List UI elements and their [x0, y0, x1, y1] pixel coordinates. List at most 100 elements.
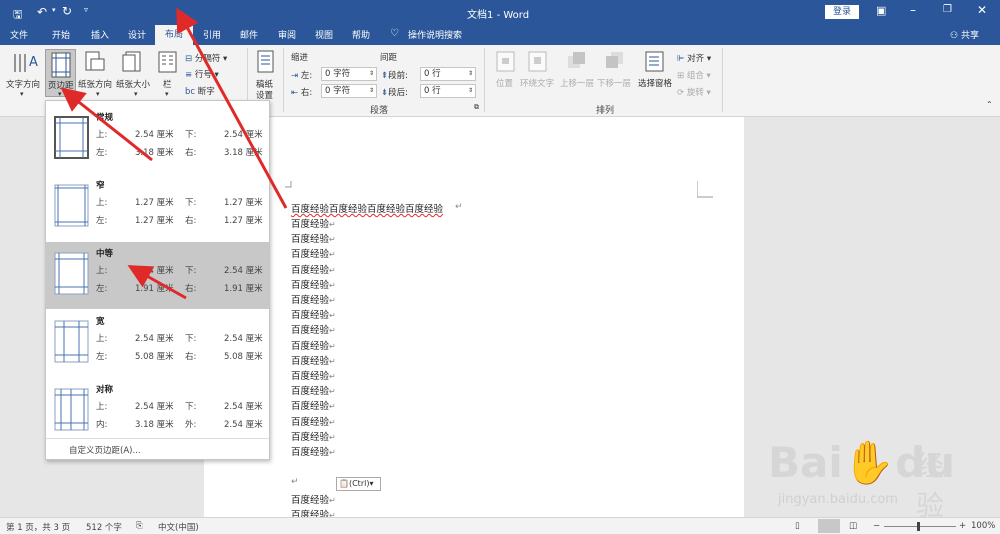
line-numbers-icon: ≡: [185, 70, 193, 80]
space-after-spinner-icon[interactable]: ⇕: [468, 85, 473, 97]
collapse-ribbon-icon[interactable]: ⌃: [986, 100, 993, 109]
document-line[interactable]: 百度经验↵: [291, 292, 336, 306]
language-status[interactable]: 中文(中国): [158, 521, 199, 533]
document-line[interactable]: 百度经验↵: [291, 246, 336, 260]
space-before-spinner-icon[interactable]: ⇕: [468, 68, 473, 80]
undo-icon[interactable]: ↶: [37, 5, 47, 19]
tab-references[interactable]: 引用: [203, 28, 221, 41]
tell-me-search[interactable]: 操作说明搜索: [408, 28, 462, 41]
tab-view[interactable]: 视图: [315, 28, 333, 41]
zoom-in-icon[interactable]: +: [959, 521, 966, 531]
columns-button[interactable]: 栏: [163, 78, 172, 90]
zoom-slider[interactable]: [884, 526, 956, 527]
document-line[interactable]: 百度经验↵: [291, 444, 336, 458]
selection-pane-icon[interactable]: [645, 51, 665, 73]
document-line[interactable]: 百度经验↵: [291, 277, 336, 291]
paste-options-button[interactable]: 📋(Ctrl)▾: [336, 477, 381, 491]
zoom-level[interactable]: 100%: [971, 521, 995, 531]
size-dropdown-icon[interactable]: ▾: [134, 90, 138, 98]
hyphenation-button[interactable]: bc 断字: [185, 85, 215, 97]
page-count[interactable]: 第 1 页，共 3 页: [6, 521, 70, 533]
bring-forward-icon[interactable]: [567, 51, 587, 73]
tab-design[interactable]: 设计: [128, 28, 146, 41]
space-after-input[interactable]: 0 行 ⇕: [420, 84, 476, 98]
indent-right-input[interactable]: 0 字符 ⇕: [321, 84, 377, 98]
margin-preset-item[interactable]: 常规 上: 2.54 厘米 下: 2.54 厘米 左: 3.18 厘米 右: 3…: [46, 106, 269, 173]
word-count[interactable]: 512 个字: [86, 521, 122, 533]
size-button[interactable]: 纸张大小: [116, 78, 150, 90]
document-line[interactable]: 百度经验↵: [291, 216, 336, 230]
tab-layout[interactable]: 布局: [155, 25, 193, 45]
indent-right-spinner-icon[interactable]: ⇕: [369, 85, 374, 97]
indent-right-label: ⇤ 右:: [291, 88, 313, 98]
paragraph-mark-icon: ↵: [329, 265, 336, 275]
tab-help[interactable]: 帮助: [352, 28, 370, 41]
text-direction-dropdown-icon[interactable]: ▾: [20, 90, 24, 98]
redo-icon[interactable]: ↻: [62, 4, 72, 18]
document-line[interactable]: 百度经验↵: [291, 492, 336, 506]
customize-qat-icon[interactable]: ▿: [84, 5, 88, 14]
margin-value: 5.08 厘米: [135, 352, 174, 362]
save-icon[interactable]: 🖫: [13, 6, 22, 25]
columns-dropdown-icon[interactable]: ▾: [165, 90, 169, 98]
minimize-icon[interactable]: –: [910, 3, 916, 17]
tab-home[interactable]: 开始: [52, 28, 70, 41]
ribbon-options-icon[interactable]: ▣: [876, 4, 886, 17]
margin-preset-item[interactable]: 中等 上: 2.54 厘米 下: 2.54 厘米 左: 1.91 厘米 右: 1…: [46, 242, 269, 309]
manuscript-icon[interactable]: [257, 50, 275, 74]
login-button[interactable]: 登录: [825, 5, 859, 19]
paragraph-mark-icon: ↵: [329, 356, 336, 366]
text-direction-icon[interactable]: A: [12, 50, 40, 74]
close-icon[interactable]: ✕: [977, 3, 987, 17]
document-line[interactable]: 百度经验↵: [291, 429, 336, 443]
document-line[interactable]: 百度经验↵: [291, 338, 336, 352]
undo-dropdown-icon[interactable]: ▾: [52, 6, 56, 14]
size-icon[interactable]: [122, 50, 144, 74]
document-line[interactable]: 百度经验↵: [291, 414, 336, 428]
document-line[interactable]: 百度经验↵: [291, 353, 336, 367]
zoom-slider-thumb[interactable]: [917, 522, 920, 531]
wrap-text-icon[interactable]: [528, 51, 548, 73]
indent-left-spinner-icon[interactable]: ⇕: [369, 68, 374, 80]
orientation-button[interactable]: 纸张方向: [78, 78, 112, 90]
text-direction-button[interactable]: 文字方向: [6, 78, 40, 90]
paragraph-dialog-launcher-icon[interactable]: ⧉: [474, 103, 479, 112]
margin-preset-item[interactable]: 对称 上: 2.54 厘米 下: 2.54 厘米 内: 3.18 厘米 外: 2…: [46, 378, 269, 445]
orientation-dropdown-icon[interactable]: ▾: [96, 90, 100, 98]
columns-icon[interactable]: [158, 50, 178, 74]
margin-preset-item[interactable]: 宽 上: 2.54 厘米 下: 2.54 厘米 左: 5.08 厘米 右: 5.…: [46, 310, 269, 377]
zoom-out-icon[interactable]: −: [873, 521, 880, 531]
group-button: ⊞ 组合 ▾: [677, 71, 711, 81]
indent-left-input[interactable]: 0 字符 ⇕: [321, 67, 377, 81]
position-icon[interactable]: [496, 51, 516, 73]
align-button[interactable]: ⊫ 对齐 ▾: [677, 52, 711, 64]
document-line[interactable]: 百度经验↵: [291, 322, 336, 336]
web-layout-icon[interactable]: ◫: [849, 521, 857, 531]
breaks-button[interactable]: ⊟ 分隔符 ▾: [185, 52, 227, 64]
read-mode-icon[interactable]: ▯: [795, 521, 800, 531]
document-line[interactable]: 百度经验↵: [291, 262, 336, 276]
share-button[interactable]: ⚇ 共享: [950, 28, 979, 41]
restore-icon[interactable]: ❐: [943, 4, 952, 15]
selection-pane-button[interactable]: 选择窗格: [638, 77, 672, 89]
document-line[interactable]: 百度经验↵: [291, 383, 336, 397]
line-numbers-button[interactable]: ≡ 行号 ▾: [185, 68, 219, 80]
margin-preset-item[interactable]: 窄 上: 1.27 厘米 下: 1.27 厘米 左: 1.27 厘米 右: 1.…: [46, 174, 269, 241]
document-line[interactable]: 百度经验↵: [291, 231, 336, 245]
custom-margins-item[interactable]: 自定义页边距(A)...: [69, 444, 141, 456]
tab-review[interactable]: 审阅: [278, 28, 296, 41]
send-backward-icon[interactable]: [605, 51, 625, 73]
tab-insert[interactable]: 插入: [91, 28, 109, 41]
print-layout-icon[interactable]: [818, 519, 840, 533]
document-page[interactable]: [204, 117, 744, 517]
proofing-icon[interactable]: ⎘: [136, 521, 143, 531]
document-line[interactable]: 百度经验百度经验百度经验百度经验: [291, 201, 443, 215]
space-before-input[interactable]: 0 行 ⇕: [420, 67, 476, 81]
document-line[interactable]: 百度经验↵: [291, 307, 336, 321]
document-line[interactable]: 百度经验↵: [291, 368, 336, 382]
orientation-icon[interactable]: [84, 50, 106, 74]
tab-file[interactable]: 文件: [10, 28, 28, 41]
tab-mailings[interactable]: 邮件: [240, 28, 258, 41]
margins-button[interactable]: 页边距 ▾: [45, 49, 76, 98]
document-line[interactable]: 百度经验↵: [291, 398, 336, 412]
